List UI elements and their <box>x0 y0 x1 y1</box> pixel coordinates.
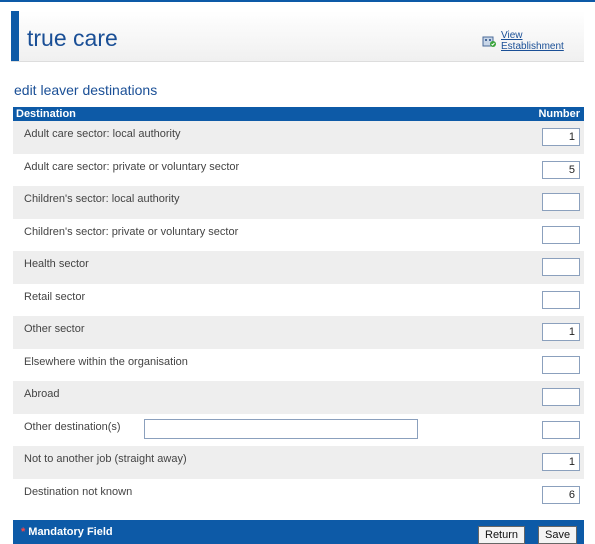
other-destination-text-input[interactable] <box>144 418 418 439</box>
table-row: Health sector <box>13 251 584 284</box>
table-row: Adult care sector: private or voluntary … <box>13 154 584 187</box>
number-input[interactable] <box>542 420 580 439</box>
table-row: Destination not known <box>13 479 584 512</box>
table-row: Adult care sector: local authority <box>13 121 584 154</box>
establishment-icon <box>482 35 496 47</box>
number-input[interactable] <box>542 128 580 146</box>
mandatory-marker: * <box>21 526 26 538</box>
table-row: Other sector <box>13 316 584 349</box>
row-label: Elsewhere within the organisation <box>24 355 188 368</box>
row-label: Children's sector: local authority <box>24 193 180 205</box>
destinations-table: Destination Number Adult care sector: lo… <box>13 107 584 511</box>
table-row: Elsewhere within the organisation <box>13 349 584 382</box>
row-label: Destination not known <box>24 485 133 498</box>
number-input[interactable] <box>542 355 580 374</box>
save-button[interactable]: Save <box>538 526 578 544</box>
row-label: Adult care sector: private or voluntary … <box>24 160 240 173</box>
table-row: Retail sector <box>13 284 584 317</box>
row-label: Other sector <box>24 323 85 335</box>
number-input[interactable] <box>542 485 580 504</box>
number-input[interactable] <box>542 160 580 179</box>
row-label: Abroad <box>24 388 60 400</box>
table-row: Other destination(s) <box>13 414 584 447</box>
number-input[interactable] <box>542 323 580 341</box>
table-row: Not to another job (straight away) <box>13 446 584 479</box>
top-rule <box>0 0 595 2</box>
row-label: Health sector <box>24 258 89 270</box>
number-input[interactable] <box>542 290 580 309</box>
page-header: true care View Establishment <box>11 11 584 62</box>
number-input[interactable] <box>542 258 580 276</box>
number-input[interactable] <box>542 225 580 244</box>
row-label: Adult care sector: local authority <box>24 128 181 140</box>
column-header-number: Number <box>538 108 580 120</box>
section-title: edit leaver destinations <box>14 82 158 98</box>
column-header-destination: Destination <box>16 108 76 120</box>
row-label: Not to another job (straight away) <box>24 453 187 465</box>
number-input[interactable] <box>542 453 580 471</box>
return-button[interactable]: Return <box>478 526 526 544</box>
form-footer: * Mandatory Field Return Save <box>13 520 584 544</box>
view-establishment-link[interactable]: View Establishment <box>482 30 584 52</box>
mandatory-field-label: Mandatory Field <box>28 526 113 538</box>
header-accent-bar <box>11 11 19 61</box>
table-row: Children's sector: local authority <box>13 186 584 219</box>
mandatory-field-note: * Mandatory Field <box>21 526 113 538</box>
number-input[interactable] <box>542 388 580 406</box>
row-label: Children's sector: private or voluntary … <box>24 225 239 238</box>
number-input[interactable] <box>542 193 580 211</box>
page-title: true care <box>27 25 118 51</box>
table-row: Abroad <box>13 381 584 414</box>
table-row: Children's sector: private or voluntary … <box>13 219 584 252</box>
row-label: Other destination(s) <box>24 420 121 433</box>
row-label: Retail sector <box>24 290 86 303</box>
view-establishment-label: View Establishment <box>501 30 564 52</box>
table-header: Destination Number <box>13 107 584 121</box>
